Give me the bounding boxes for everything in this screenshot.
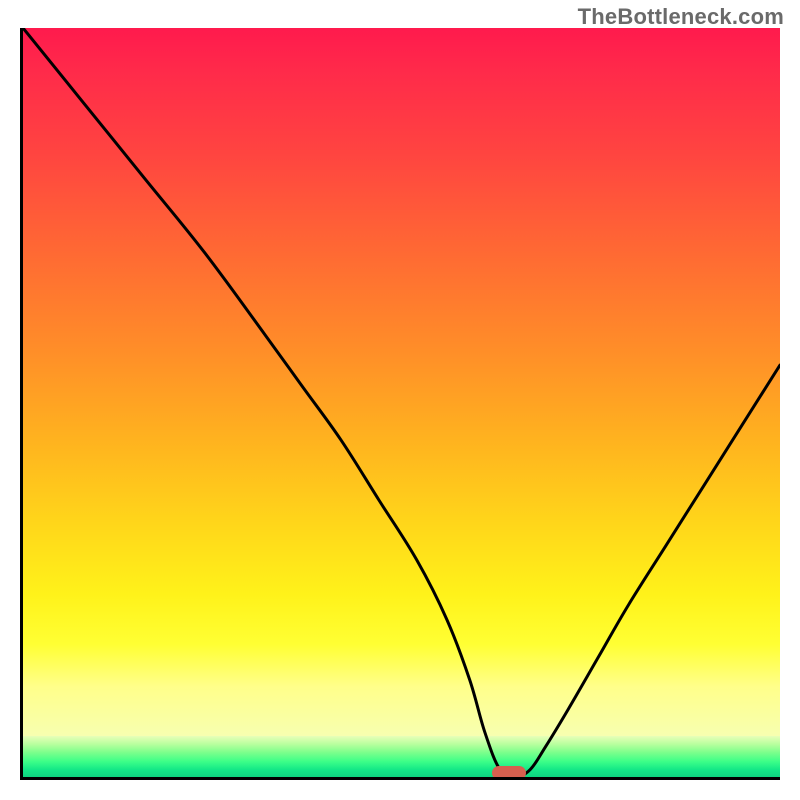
plot-area [20, 28, 780, 780]
curve-svg [23, 28, 780, 777]
bottleneck-chart: TheBottleneck.com [0, 0, 800, 800]
attribution-watermark: TheBottleneck.com [578, 4, 784, 30]
optimal-marker [492, 766, 526, 780]
bottleneck-curve-path [23, 28, 780, 777]
